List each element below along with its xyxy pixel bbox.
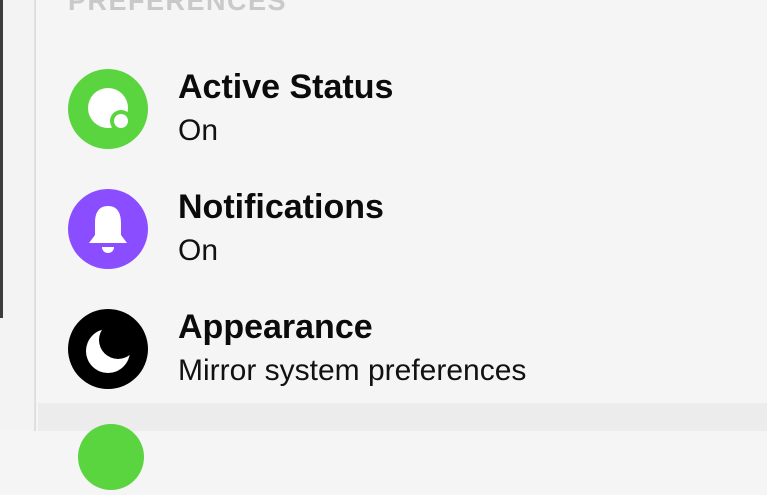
bell-icon [68,189,148,269]
left-sidebar-edge [0,0,36,431]
item-title: Active Status [178,68,394,106]
partial-icon [78,424,144,490]
notifications-row[interactable]: Notifications On [38,180,767,300]
item-value: On [178,234,219,267]
divider [34,0,36,431]
item-value: On [178,114,219,147]
item-value: Mirror system preferences [178,354,527,387]
moon-icon [68,309,148,389]
active-status-row[interactable]: Active Status On [38,60,767,180]
scrollbar-edge [0,0,3,318]
preferences-panel: PREFERENCES Active Status On Notificatio… [38,0,767,490]
item-title: Appearance [178,308,373,346]
appearance-row[interactable]: Appearance Mirror system preferences [38,300,767,420]
item-title: Notifications [178,188,384,226]
active-status-icon [68,69,148,149]
next-item-row[interactable] [38,403,767,490]
section-header: PREFERENCES [68,0,288,16]
